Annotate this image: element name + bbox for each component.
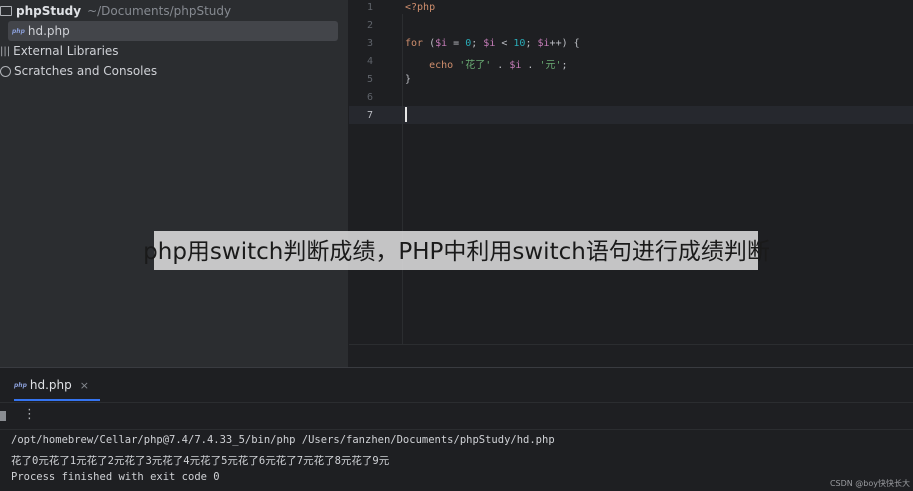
console-line: /opt/homebrew/Cellar/php@7.4/7.4.33_5/bi… bbox=[11, 434, 555, 446]
project-panel: phpStudy ~/Documents/phpStudy php hd.php… bbox=[0, 0, 349, 367]
code-line-5: } bbox=[405, 74, 412, 85]
code-line-4: echo '花了' . $i . '元'; bbox=[405, 56, 568, 71]
code-token: ( bbox=[423, 38, 436, 49]
divider bbox=[0, 402, 913, 403]
line-number: 1 bbox=[366, 2, 373, 13]
keyword-for: for bbox=[405, 38, 424, 49]
active-tab-indicator bbox=[14, 399, 100, 401]
editor-bottom-area bbox=[349, 344, 913, 368]
tree-item-label: hd.php bbox=[27, 24, 70, 38]
console-line: Process finished with exit code 0 bbox=[11, 471, 220, 483]
close-icon[interactable]: × bbox=[80, 379, 89, 392]
indent-guide bbox=[402, 14, 403, 344]
more-options-icon[interactable]: ⋮ bbox=[23, 407, 36, 422]
code-number: 10 bbox=[513, 38, 526, 49]
tree-item-label: External Libraries bbox=[13, 44, 119, 58]
code-string: '花了' bbox=[459, 60, 492, 71]
code-string: '元' bbox=[539, 60, 562, 71]
code-token: . bbox=[521, 60, 540, 71]
project-root[interactable]: phpStudy ~/Documents/phpStudy bbox=[0, 1, 231, 21]
library-icon: ||| bbox=[0, 45, 11, 57]
current-line-highlight bbox=[349, 106, 913, 124]
watermark: CSDN @boy快快长大 bbox=[829, 479, 910, 488]
code-token: = bbox=[447, 38, 466, 49]
php-file-icon: php bbox=[14, 381, 27, 389]
line-number: 3 bbox=[366, 38, 373, 49]
divider bbox=[0, 429, 913, 430]
line-number: 5 bbox=[366, 74, 373, 85]
keyword-echo: echo bbox=[429, 60, 454, 71]
tree-item-external-libraries[interactable]: ||| External Libraries bbox=[0, 41, 119, 61]
code-editor[interactable]: 1 2 3 4 5 6 7 <?php for ($i = 0; $i < 10… bbox=[349, 0, 913, 344]
code-line-3: for ($i = 0; $i < 10; $i++) { bbox=[405, 38, 580, 49]
code-token: ; bbox=[471, 38, 484, 49]
folder-icon bbox=[0, 6, 12, 16]
code-token: < bbox=[495, 38, 514, 49]
code-token: ; bbox=[525, 38, 538, 49]
line-number: 2 bbox=[366, 20, 373, 31]
code-variable: $i bbox=[435, 38, 448, 49]
line-number: 7 bbox=[366, 110, 373, 121]
code-line-1: <?php bbox=[405, 2, 436, 13]
run-panel: php hd.php × ⋮ /opt/homebrew/Cellar/php@… bbox=[0, 367, 913, 491]
console-line: 花了0元花了1元花了2元花了3元花了4元花了5元花了6元花了7元花了8元花了9元 bbox=[11, 455, 390, 467]
code-variable: $i bbox=[537, 38, 550, 49]
tree-item-hd-php[interactable]: php hd.php bbox=[8, 21, 338, 41]
project-root-path: ~/Documents/phpStudy bbox=[87, 4, 232, 18]
code-variable: $i bbox=[509, 60, 522, 71]
line-number: 6 bbox=[366, 92, 373, 103]
tree-item-scratches[interactable]: Scratches and Consoles bbox=[0, 61, 157, 81]
code-variable: $i bbox=[483, 38, 496, 49]
tree-item-label: Scratches and Consoles bbox=[14, 64, 158, 78]
line-number: 4 bbox=[366, 56, 373, 67]
project-root-name: phpStudy bbox=[16, 4, 82, 18]
code-token: ++) { bbox=[549, 38, 580, 49]
php-file-icon: php bbox=[12, 27, 25, 35]
run-tab-hd-php[interactable]: php hd.php × bbox=[14, 374, 89, 396]
run-tab-label: hd.php bbox=[29, 378, 72, 392]
scratches-icon bbox=[0, 65, 11, 77]
code-token: ; bbox=[561, 60, 568, 71]
text-caret bbox=[405, 107, 407, 122]
caption-title: php用switch判断成绩，PHP中利用switch语句进行成绩判断 bbox=[143, 239, 770, 265]
code-token: . bbox=[491, 60, 510, 71]
stop-icon[interactable] bbox=[0, 411, 6, 421]
